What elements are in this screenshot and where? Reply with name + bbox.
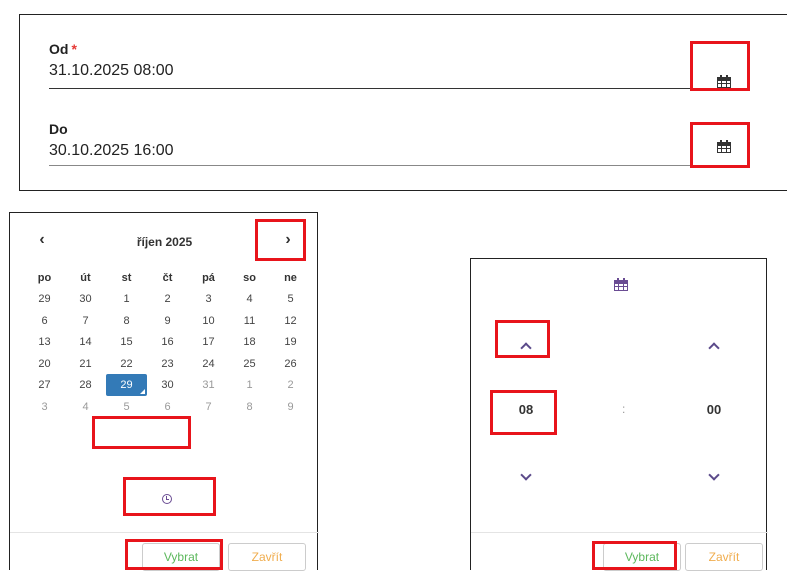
day-cell[interactable]: 2 bbox=[147, 293, 188, 305]
calendar-grid: po út st čt pá so ne 29 30 1 2 3 4 5 6 7… bbox=[24, 267, 312, 418]
day-cell[interactable]: 26 bbox=[270, 358, 311, 370]
day-cell[interactable]: 6 bbox=[147, 401, 188, 413]
weekday-header: st bbox=[121, 271, 132, 284]
day-cell[interactable]: 1 bbox=[229, 379, 270, 391]
day-cell[interactable]: 27 bbox=[24, 379, 65, 391]
day-cell[interactable]: 10 bbox=[188, 315, 229, 327]
day-cell[interactable]: 31 bbox=[188, 379, 229, 391]
footer-divider bbox=[10, 532, 319, 533]
day-cell[interactable]: 9 bbox=[147, 315, 188, 327]
day-cell[interactable]: 25 bbox=[229, 358, 270, 370]
weekday-header: ne bbox=[284, 271, 297, 284]
minute-value[interactable]: 00 bbox=[694, 402, 734, 417]
footer-divider bbox=[471, 532, 768, 533]
day-cell[interactable]: 11 bbox=[229, 315, 270, 327]
day-cell[interactable]: 24 bbox=[188, 358, 229, 370]
weekday-header: čt bbox=[162, 271, 173, 284]
day-cell[interactable]: 14 bbox=[65, 336, 106, 348]
weekday-header: pá bbox=[202, 271, 215, 284]
hour-down-chevron-icon[interactable] bbox=[520, 469, 532, 481]
day-cell[interactable]: 16 bbox=[147, 336, 188, 348]
to-date-input[interactable]: 30.10.2025 16:00 bbox=[49, 142, 174, 160]
day-cell[interactable]: 12 bbox=[270, 315, 311, 327]
weekday-header: út bbox=[80, 271, 91, 284]
select-button[interactable]: Vybrat bbox=[142, 543, 220, 571]
day-cell[interactable]: 13 bbox=[24, 336, 65, 348]
hour-value[interactable]: 08 bbox=[506, 402, 546, 417]
day-cell[interactable]: 6 bbox=[24, 315, 65, 327]
day-cell[interactable]: 29 bbox=[24, 293, 65, 305]
close-button[interactable]: Zavřít bbox=[685, 543, 763, 571]
minute-up-chevron-icon[interactable] bbox=[708, 342, 720, 354]
week-row: 3 4 5 6 7 8 9 bbox=[24, 396, 312, 418]
to-field-underline bbox=[49, 165, 738, 166]
day-cell[interactable]: 8 bbox=[229, 401, 270, 413]
day-cell[interactable]: 5 bbox=[106, 401, 147, 413]
day-cell[interactable]: 1 bbox=[106, 293, 147, 305]
day-cell[interactable]: 8 bbox=[106, 315, 147, 327]
day-cell[interactable]: 4 bbox=[65, 401, 106, 413]
day-cell[interactable]: 3 bbox=[24, 401, 65, 413]
week-row: 13 14 15 16 17 18 19 bbox=[24, 332, 312, 354]
day-cell[interactable]: 28 bbox=[65, 379, 106, 391]
minute-down-chevron-icon[interactable] bbox=[708, 469, 720, 481]
day-cell[interactable]: 19 bbox=[270, 336, 311, 348]
day-cell[interactable]: 30 bbox=[147, 379, 188, 391]
day-cell[interactable]: 2 bbox=[270, 379, 311, 391]
select-button[interactable]: Vybrat bbox=[603, 543, 681, 571]
weekday-header: po bbox=[37, 271, 52, 284]
day-cell[interactable]: 18 bbox=[229, 336, 270, 348]
weekday-header-row: po út st čt pá so ne bbox=[24, 267, 312, 289]
week-row: 29 30 1 2 3 4 5 bbox=[24, 289, 312, 311]
day-cell[interactable]: 7 bbox=[65, 315, 106, 327]
day-cell[interactable]: 7 bbox=[188, 401, 229, 413]
week-row: 27 28 29 30 31 1 2 bbox=[24, 374, 312, 397]
day-cell[interactable]: 5 bbox=[270, 293, 311, 305]
day-cell[interactable]: 9 bbox=[270, 401, 311, 413]
datetime-range-form: Od * 31.10.2025 08:00 Do 30.10.2025 16:00 bbox=[19, 14, 787, 191]
week-row: 20 21 22 23 24 25 26 bbox=[24, 353, 312, 375]
calendar-icon bbox=[717, 139, 731, 153]
from-date-input[interactable]: 31.10.2025 08:00 bbox=[49, 62, 174, 80]
required-marker: * bbox=[71, 41, 77, 57]
from-label-text: Od bbox=[49, 41, 69, 57]
day-cell[interactable]: 30 bbox=[65, 293, 106, 305]
day-cell[interactable]: 22 bbox=[106, 358, 147, 370]
day-cell[interactable]: 23 bbox=[147, 358, 188, 370]
weekday-header: so bbox=[243, 271, 256, 284]
from-field-underline bbox=[49, 88, 738, 89]
calendar-icon bbox=[717, 74, 731, 88]
clock-icon[interactable] bbox=[162, 494, 172, 504]
date-picker-popup: ‹ říjen 2025 › po út st čt pá so ne 29 3… bbox=[9, 212, 319, 571]
hour-up-chevron-icon[interactable] bbox=[520, 342, 532, 354]
to-calendar-button[interactable] bbox=[702, 126, 746, 166]
day-cell[interactable]: 3 bbox=[188, 293, 229, 305]
time-separator: : bbox=[622, 402, 626, 416]
day-cell[interactable]: 4 bbox=[229, 293, 270, 305]
next-month-button[interactable]: › bbox=[273, 231, 303, 249]
to-field-label: Do bbox=[49, 121, 68, 137]
day-cell[interactable]: 20 bbox=[24, 358, 65, 370]
from-calendar-button[interactable] bbox=[702, 61, 746, 101]
selected-day-cell[interactable]: 29 bbox=[106, 374, 147, 397]
day-cell[interactable]: 15 bbox=[106, 336, 147, 348]
from-field-label: Od * bbox=[49, 41, 77, 57]
day-cell[interactable]: 17 bbox=[188, 336, 229, 348]
close-button[interactable]: Zavřít bbox=[228, 543, 306, 571]
time-picker-popup: 08 : 00 Vybrat Zavřít bbox=[470, 258, 768, 571]
week-row: 6 7 8 9 10 11 12 bbox=[24, 310, 312, 332]
day-cell[interactable]: 21 bbox=[65, 358, 106, 370]
to-label-text: Do bbox=[49, 121, 68, 137]
